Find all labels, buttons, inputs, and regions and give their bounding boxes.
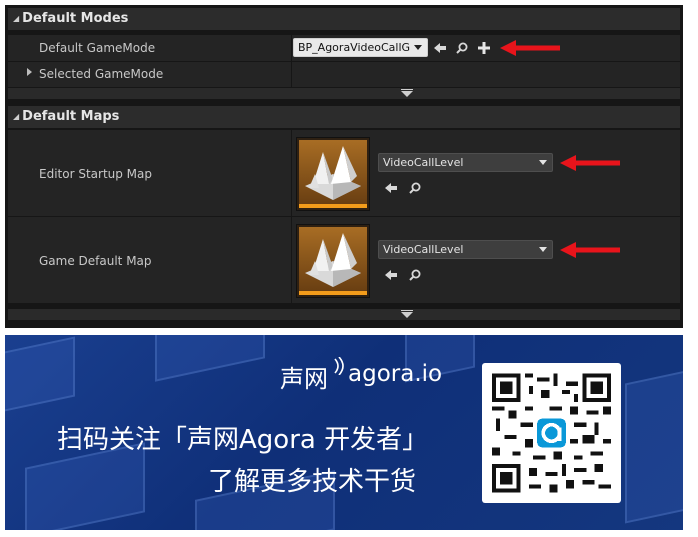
default-maps-header[interactable]: ◢ Default Maps <box>8 106 680 128</box>
thumbnail-strip <box>299 291 367 295</box>
game-default-map-combo[interactable]: VideoCallLevel <box>378 240 553 259</box>
background-block <box>5 336 75 414</box>
qr-code-card <box>482 363 621 503</box>
plus-icon[interactable] <box>478 42 490 54</box>
default-maps-title: Default Maps <box>22 109 120 124</box>
chevron-down-icon <box>539 160 547 165</box>
background-block <box>625 366 683 524</box>
sound-wave-icon <box>334 357 344 375</box>
editor-startup-map-row: Editor Startup Map VideoCallLevel <box>8 130 680 216</box>
column-splitter[interactable] <box>291 35 292 61</box>
chevron-down-icon <box>401 312 413 318</box>
level-thumbnail-icon[interactable] <box>296 137 370 211</box>
red-arrow-icon <box>560 155 620 171</box>
magnifier-icon[interactable] <box>409 269 421 281</box>
chevron-down-icon <box>401 91 413 97</box>
default-modes-title: Default Modes <box>22 11 129 26</box>
agora-promo-banner: 声网 agora.io 扫码关注「声网Agora 开发者」 了解更多技术干货 <box>5 335 683 530</box>
magnifier-icon[interactable] <box>409 182 421 194</box>
arrow-left-icon[interactable] <box>385 269 397 281</box>
default-gamemode-value: BP_AgoraVideoCallG <box>298 41 411 54</box>
level-thumbnail-icon[interactable] <box>296 224 370 298</box>
level-peaks-graphic <box>305 233 361 287</box>
arrow-left-icon[interactable] <box>385 182 397 194</box>
column-splitter[interactable] <box>291 130 292 216</box>
game-default-map-label: Game Default Map <box>39 254 152 268</box>
triangle-right-icon[interactable] <box>27 68 32 76</box>
expander-bar <box>401 310 413 311</box>
default-gamemode-row: Default GameMode BP_AgoraVideoCallG <box>8 35 680 61</box>
logo-chinese: 声网 <box>280 365 328 393</box>
background-block <box>155 335 265 382</box>
chevron-down-icon <box>414 45 422 50</box>
game-default-map-row: Game Default Map VideoCallLevel <box>8 217 680 303</box>
red-arrow-icon <box>560 242 620 258</box>
column-splitter[interactable] <box>291 217 292 303</box>
editor-startup-map-combo[interactable]: VideoCallLevel <box>378 153 553 172</box>
selected-gamemode-row[interactable]: Selected GameMode <box>8 62 680 87</box>
level-peaks-graphic <box>305 146 361 200</box>
advanced-expander[interactable] <box>8 88 680 99</box>
thumbnail-image <box>299 227 367 291</box>
game-default-map-value: VideoCallLevel <box>383 243 464 256</box>
selected-gamemode-label: Selected GameMode <box>39 67 164 81</box>
chevron-down-icon <box>539 247 547 252</box>
advanced-expander[interactable] <box>8 309 680 320</box>
arrow-left-icon[interactable] <box>434 42 446 54</box>
qr-code-icon <box>492 373 611 493</box>
column-splitter[interactable] <box>291 62 292 87</box>
triangle-down-icon: ◢ <box>13 14 20 23</box>
default-gamemode-label: Default GameMode <box>39 41 156 55</box>
default-gamemode-combo[interactable]: BP_AgoraVideoCallG <box>293 38 428 57</box>
expander-bar <box>401 89 413 90</box>
editor-startup-map-value: VideoCallLevel <box>383 156 464 169</box>
banner-subline: 了解更多技术干货 <box>208 467 417 497</box>
thumbnail-image <box>299 140 367 204</box>
project-settings-panel: ◢ Default Modes Default GameMode BP_Agora… <box>5 5 683 328</box>
editor-startup-map-label: Editor Startup Map <box>39 167 153 181</box>
red-arrow-icon <box>500 40 560 56</box>
triangle-down-icon: ◢ <box>13 112 20 121</box>
thumbnail-strip <box>299 204 367 208</box>
magnifier-icon[interactable] <box>456 42 468 54</box>
logo-english: agora.io <box>348 361 443 387</box>
default-modes-header[interactable]: ◢ Default Modes <box>8 8 680 30</box>
banner-headline: 扫码关注「声网Agora 开发者」 <box>57 425 429 455</box>
